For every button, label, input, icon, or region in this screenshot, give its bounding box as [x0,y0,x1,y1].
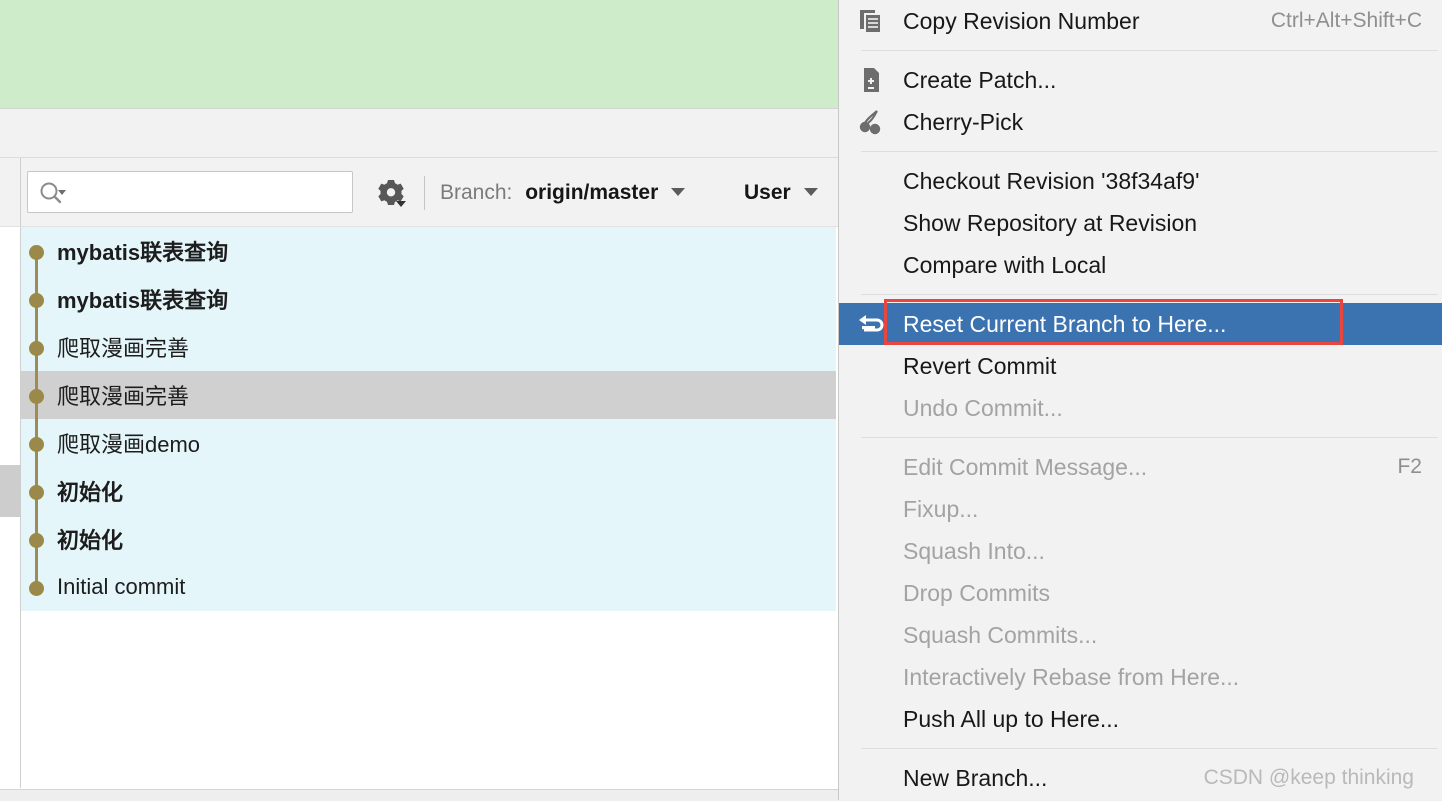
menu-item-shortcut: F2 [1397,455,1422,478]
menu-separator [861,151,1438,152]
reset-icon [857,310,887,338]
toolbar-left-gutter [0,158,21,226]
commit-subject: mybatis联表查询 [57,288,229,313]
commit-graph-node [29,485,44,500]
branch-filter[interactable]: Branch: origin/master [440,178,686,208]
menu-item-label: Cherry-Pick [903,108,1024,135]
menu-item-label: Reset Current Branch to Here... [903,310,1227,337]
menu-item[interactable]: Copy Revision Number Ctrl+Alt+Shift+C [839,0,1442,42]
commit-graph-cell [21,371,53,419]
commit-graph-node [29,293,44,308]
commit-row[interactable]: 爬取漫画demo [21,419,836,467]
menu-item[interactable]: Cherry-Pick [839,101,1442,143]
menu-item[interactable]: Reset Current Branch to Here... [839,303,1442,345]
commit-graph-cell [21,515,53,563]
menu-item-label: Checkout Revision '38f34af9' [903,167,1200,194]
menu-item-label: Create Patch... [903,66,1057,93]
menu-item: Drop Commits [839,572,1442,614]
menu-item-label: Fixup... [903,495,979,522]
commit-row[interactable]: mybatis联表查询 [21,275,836,323]
menu-separator [861,437,1438,438]
menu-item-label: Interactively Rebase from Here... [903,663,1240,690]
branch-filter-prefix: Branch: [440,181,513,204]
menu-item-label: Edit Commit Message... [903,453,1148,480]
menu-item-label: Compare with Local [903,251,1107,278]
menu-item: Interactively Rebase from Here... [839,656,1442,698]
commit-rows-container: mybatis联表查询 mybatis联表查询 爬取漫画完善 爬取漫画完善 爬取漫画de… [21,227,836,611]
commit-graph-node [29,437,44,452]
menu-item-label: Revert Commit [903,352,1057,379]
menu-separator [861,50,1438,51]
commit-graph-cell [21,227,53,275]
menu-item-label: Drop Commits [903,579,1050,606]
copy-icon-slot [857,7,903,35]
reset-icon-slot [857,310,903,338]
patch-icon-slot [857,66,903,94]
menu-item[interactable]: Show Repository at Revision [839,202,1442,244]
menu-separator [861,748,1438,749]
commit-graph-cell [21,563,53,611]
cherry-icon [857,108,885,136]
commit-graph-cell [21,323,53,371]
commit-row[interactable]: 爬取漫画完善 [21,371,836,419]
vertical-scrollbar-thumb[interactable] [0,465,22,517]
chevron-down-icon[interactable] [671,188,686,197]
commit-subject: 初始化 [57,480,124,505]
commit-subject: 初始化 [57,528,124,553]
context-menu: Copy Revision Number Ctrl+Alt+Shift+C Crea… [838,0,1442,800]
commit-graph-node [29,341,44,356]
menu-item[interactable]: Compare with Local [839,244,1442,286]
menu-item: Undo Commit... [839,387,1442,429]
menu-separator [861,294,1438,295]
chevron-down-icon[interactable] [803,188,818,197]
menu-item: Squash Into... [839,530,1442,572]
menu-item-label: Push All up to Here... [903,705,1120,732]
commit-subject: mybatis联表查询 [57,240,229,265]
commit-subject: Initial commit [57,574,186,599]
menu-item[interactable]: Revert Commit [839,345,1442,387]
commit-graph-node [29,389,44,404]
cherry-icon-slot [857,108,903,136]
commit-row[interactable]: 初始化 [21,515,836,563]
menu-item[interactable]: Checkout Revision '38f34af9' [839,160,1442,202]
menu-item-shortcut: Ctrl+Alt+Shift+C [1270,9,1422,32]
user-filter-label: User [744,181,791,204]
commit-row[interactable]: mybatis联表查询 [21,227,836,275]
menu-item: Squash Commits... [839,614,1442,656]
commit-graph-node [29,245,44,260]
gear-icon[interactable] [374,177,410,209]
commit-subject: 爬取漫画完善 [57,384,190,409]
commit-graph-node [29,533,44,548]
commit-graph-cell [21,467,53,515]
menu-item: Edit Commit Message... F2 [839,446,1442,488]
menu-item-label: Squash Into... [903,537,1045,564]
commit-graph-cell [21,275,53,323]
commit-row[interactable]: 初始化 [21,467,836,515]
commit-subject: 爬取漫画完善 [57,336,190,361]
toolbar-separator [424,176,425,210]
watermark: CSDN @keep thinking [1203,766,1414,789]
commit-subject: 爬取漫画demo [57,432,201,457]
commit-graph-node [29,581,44,596]
commit-graph-cell [21,419,53,467]
commit-row[interactable]: 爬取漫画完善 [21,323,836,371]
search-icon[interactable] [38,181,70,205]
menu-item[interactable]: Push All up to Here... [839,698,1442,740]
menu-item-label: Squash Commits... [903,621,1098,648]
menu-item: Fixup... [839,488,1442,530]
branch-filter-value: origin/master [525,181,659,204]
menu-item-label: Copy Revision Number [903,7,1140,34]
copy-icon [857,7,885,35]
commit-row[interactable]: Initial commit [21,563,836,611]
patch-icon [857,66,885,94]
menu-item-label: Undo Commit... [903,394,1063,421]
search-input[interactable] [27,171,353,213]
menu-item-label: Show Repository at Revision [903,209,1198,236]
user-filter[interactable]: User [744,178,818,208]
menu-item[interactable]: Create Patch... [839,59,1442,101]
